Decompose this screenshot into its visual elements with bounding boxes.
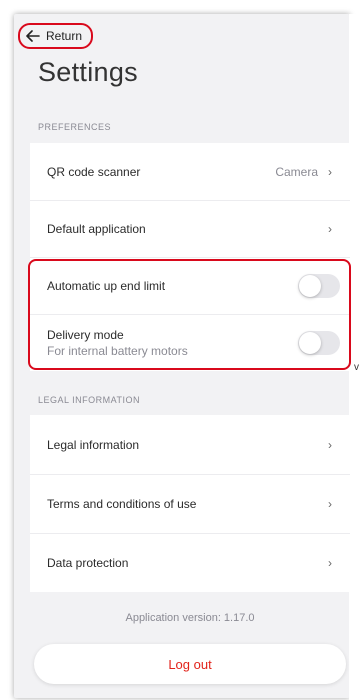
back-label: Return [46, 29, 83, 43]
qr-code-scanner-row[interactable]: QR code scanner Camera › [30, 143, 350, 200]
section-label-preferences: PREFERENCES [38, 122, 112, 132]
logout-button[interactable]: Log out [34, 644, 346, 684]
row-label: QR code scanner [47, 164, 141, 179]
row-label: Terms and conditions of use [47, 497, 197, 511]
row-label: Default application [47, 222, 146, 236]
row-label: Data protection [47, 556, 129, 570]
legal-card: Legal information › Terms and conditions… [30, 415, 350, 592]
row-value: Camera [275, 164, 318, 179]
stray-text: v [354, 362, 359, 373]
legal-information-row[interactable]: Legal information › [30, 415, 350, 474]
default-application-row[interactable]: Default application › [30, 200, 350, 257]
chevron-right-icon: › [328, 222, 332, 236]
terms-and-conditions-row[interactable]: Terms and conditions of use › [30, 474, 350, 533]
highlight-outline [28, 259, 351, 370]
row-label: Legal information [47, 437, 140, 452]
app-version: Application version: 1.17.0 [125, 612, 255, 624]
chevron-right-icon: › [328, 556, 332, 570]
back-button[interactable]: Return [18, 23, 94, 49]
arrow-left-icon [26, 30, 40, 42]
data-protection-row[interactable]: Data protection › [30, 533, 350, 592]
section-label-legal: LEGAL INFORMATION [38, 395, 141, 405]
chevron-right-icon: › [328, 497, 332, 511]
chevron-right-icon: › [328, 437, 332, 452]
chevron-right-icon: › [328, 164, 332, 179]
page-title: Settings [38, 57, 138, 87]
